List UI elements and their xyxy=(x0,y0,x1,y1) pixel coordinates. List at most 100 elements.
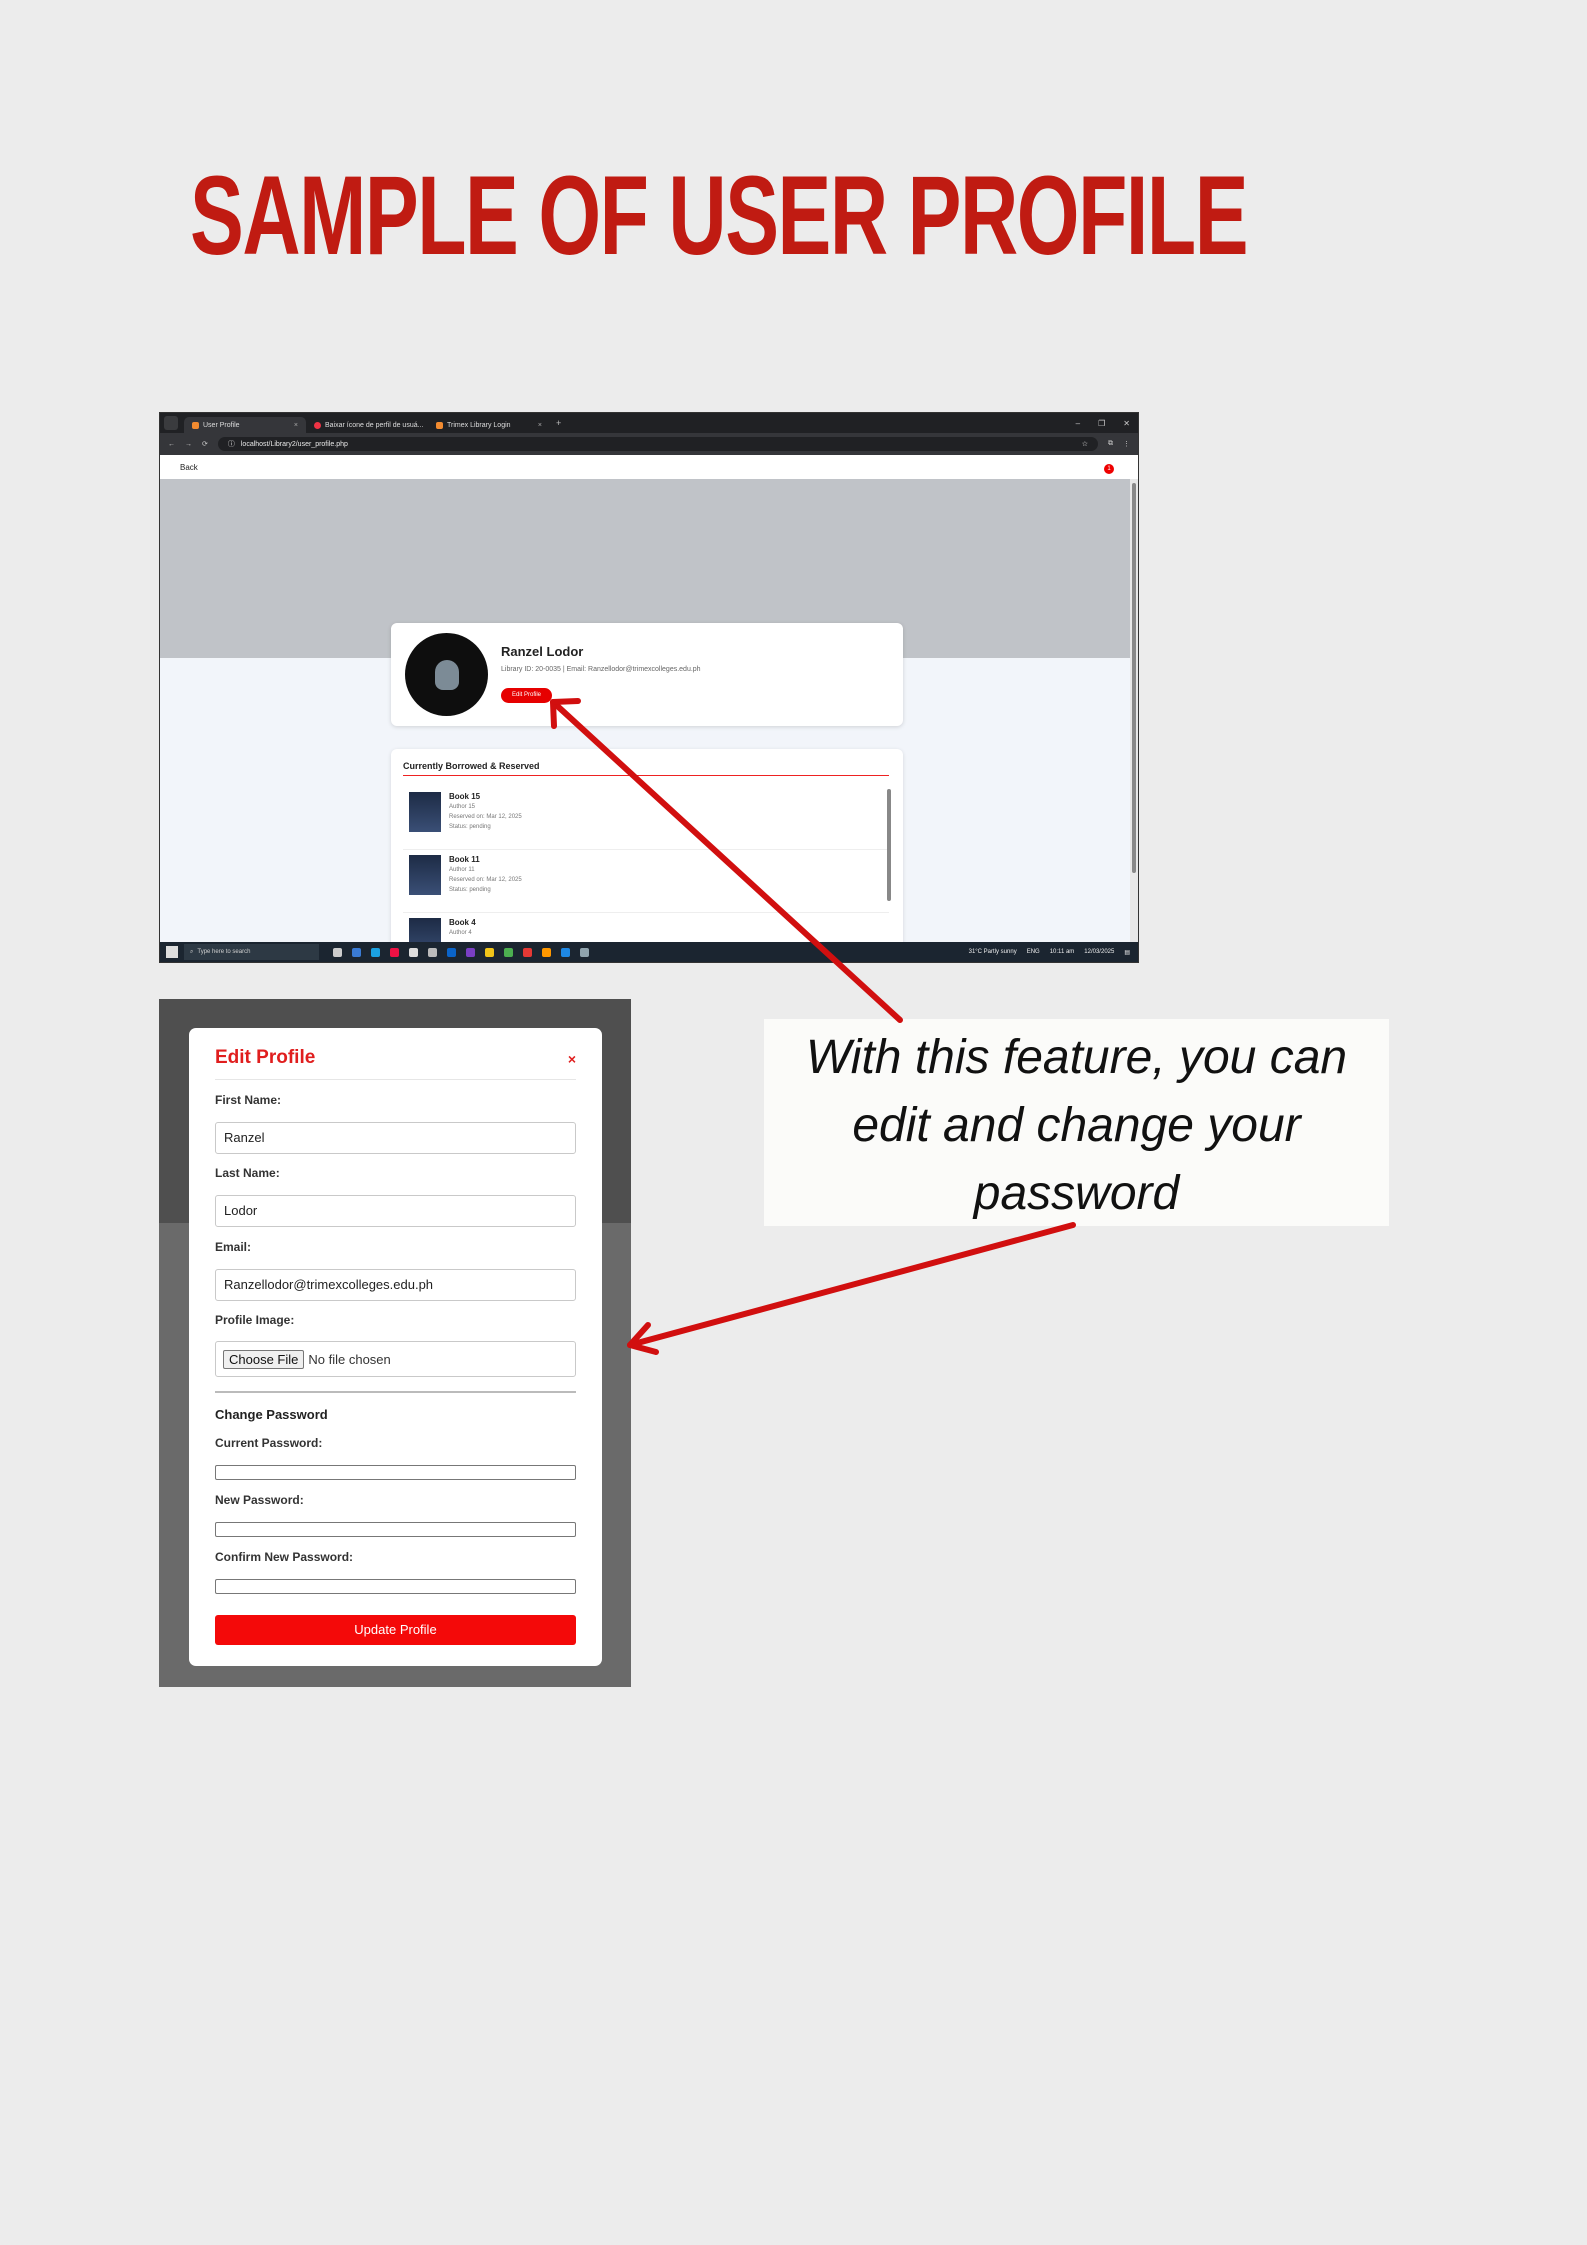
url-field[interactable]: ⓘ localhost/Library2/user_profile.php ☆ xyxy=(217,437,1098,451)
no-file-text: No file chosen xyxy=(308,1351,391,1367)
favicon-icon xyxy=(314,421,321,429)
chrome-icon[interactable] xyxy=(504,947,513,957)
book-status: Status: pending xyxy=(449,824,491,830)
back-link[interactable]: Back xyxy=(180,463,198,472)
current-password-label: Current Password: xyxy=(215,1436,323,1450)
edit-profile-button[interactable]: Edit Profile xyxy=(501,688,552,703)
minimize-icon[interactable]: – xyxy=(1076,419,1080,428)
edge-icon[interactable] xyxy=(371,947,380,957)
notifications-icon[interactable]: ▤ xyxy=(1124,949,1130,956)
tab-bar: User Profile × Baixar ícone de perfil de… xyxy=(160,413,1138,433)
tab-label: Baixar ícone de perfil de usuá... xyxy=(325,421,424,429)
language-indicator[interactable]: ENG xyxy=(1027,949,1040,956)
close-icon[interactable]: × xyxy=(568,1051,576,1067)
forward-arrow-icon[interactable]: → xyxy=(185,441,192,448)
notification-badge[interactable]: 1 xyxy=(1104,464,1114,474)
book-cover xyxy=(409,855,441,895)
change-password-heading: Change Password xyxy=(215,1407,328,1422)
window-controls: – ❐ ✕ xyxy=(1076,419,1138,428)
site-info-icon[interactable]: ⓘ xyxy=(228,439,235,449)
edit-profile-screenshot: Edit Profile × First Name: Ranzel Last N… xyxy=(159,999,631,1687)
tab-label: User Profile xyxy=(203,421,240,429)
restore-icon[interactable]: ❐ xyxy=(1098,419,1105,428)
file-explorer-icon[interactable] xyxy=(485,947,494,957)
first-name-input[interactable]: Ranzel xyxy=(215,1122,576,1154)
tab-user-profile[interactable]: User Profile × xyxy=(184,417,306,433)
book-author: Author 11 xyxy=(449,867,475,873)
new-tab-icon[interactable]: + xyxy=(556,418,561,428)
taskbar-apps xyxy=(333,947,589,957)
new-password-input[interactable] xyxy=(215,1522,576,1537)
search-icon: ⌕ xyxy=(190,948,194,955)
current-password-input[interactable] xyxy=(215,1465,576,1480)
app-icon[interactable] xyxy=(580,947,589,957)
profile-image-label: Profile Image: xyxy=(215,1313,295,1327)
vscode-icon[interactable] xyxy=(561,947,570,957)
favicon-icon xyxy=(436,421,443,429)
outlook-icon[interactable] xyxy=(447,947,456,957)
system-tray: 31°C Partly sunny ENG 10:11 am 12/03/202… xyxy=(969,949,1138,956)
book-reserved: Reserved on: Mar 12, 2025 xyxy=(449,814,522,820)
divider xyxy=(215,1079,576,1080)
last-name-input[interactable]: Lodor xyxy=(215,1195,576,1227)
profile-card: Ranzel Lodor Library ID: 20-0035 | Email… xyxy=(391,623,903,726)
taskbar-search[interactable]: ⌕ Type here to search xyxy=(184,944,319,960)
book-title: Book 15 xyxy=(449,792,481,801)
borrowed-list: Book 15 Author 15 Reserved on: Mar 12, 2… xyxy=(403,787,889,962)
browser-screenshot: User Profile × Baixar ícone de perfil de… xyxy=(159,412,1139,963)
arrow-head-icon xyxy=(627,1322,659,1355)
close-icon[interactable]: × xyxy=(294,422,298,429)
book-reserved: Reserved on: Mar 12, 2025 xyxy=(449,877,522,883)
first-name-label: First Name: xyxy=(215,1093,282,1107)
bookmark-star-icon[interactable]: ☆ xyxy=(1082,440,1088,448)
address-bar: ← → ⟳ ⓘ localhost/Library2/user_profile.… xyxy=(160,433,1138,455)
page-title: SAMPLE OF USER PROFILE xyxy=(190,153,1248,278)
arrow-to-modal xyxy=(627,1222,1076,1348)
choose-file-button[interactable]: Choose File xyxy=(223,1349,305,1369)
page-scrollbar[interactable] xyxy=(1130,479,1138,943)
close-icon[interactable]: × xyxy=(538,422,542,429)
modal-title: Edit Profile xyxy=(215,1047,316,1068)
tab-library-login[interactable]: Trimex Library Login × xyxy=(428,417,550,433)
windows-start-icon[interactable] xyxy=(166,946,178,958)
book-title: Book 11 xyxy=(449,855,480,864)
list-scrollbar[interactable] xyxy=(887,789,891,901)
scrollbar-thumb[interactable] xyxy=(1132,483,1136,873)
task-view-icon[interactable] xyxy=(333,947,342,957)
reload-icon[interactable]: ⟳ xyxy=(202,440,208,448)
weather-text[interactable]: 31°C Partly sunny xyxy=(969,949,1017,956)
browser-menu-icon[interactable]: ⋮ xyxy=(1123,440,1130,448)
app-icon[interactable] xyxy=(409,947,418,957)
update-profile-button[interactable]: Update Profile xyxy=(215,1615,576,1645)
book-status: Status: pending xyxy=(449,887,491,893)
url-text: localhost/Library2/user_profile.php xyxy=(240,440,348,448)
back-arrow-icon[interactable]: ← xyxy=(168,441,175,448)
tab-search-icon[interactable] xyxy=(164,416,178,430)
list-item[interactable]: Book 11 Author 11 Reserved on: Mar 12, 2… xyxy=(403,850,889,913)
tab-icon-download[interactable]: Baixar ícone de perfil de usuá... × xyxy=(306,417,428,433)
book-author: Author 4 xyxy=(449,930,472,936)
clock-time[interactable]: 10:11 am xyxy=(1050,949,1075,956)
borrowed-heading: Currently Borrowed & Reserved xyxy=(403,761,889,776)
app-icon[interactable] xyxy=(352,947,361,957)
confirm-password-label: Confirm New Password: xyxy=(215,1550,354,1564)
clock-date[interactable]: 12/03/2025 xyxy=(1084,949,1114,956)
book-author: Author 15 xyxy=(449,804,476,810)
email-input[interactable]: Ranzellodor@trimexcolleges.edu.ph xyxy=(215,1269,576,1301)
avatar xyxy=(405,633,488,716)
chrome-icon[interactable] xyxy=(523,947,532,957)
confirm-password-input[interactable] xyxy=(215,1579,576,1594)
page-header: Back 1 xyxy=(160,455,1138,479)
app-icon[interactable] xyxy=(466,947,475,957)
close-window-icon[interactable]: ✕ xyxy=(1123,419,1130,428)
app-icon[interactable] xyxy=(390,947,399,957)
user-icon xyxy=(434,659,459,690)
taskbar: ⌕ Type here to search 31°C Partly sunny … xyxy=(160,942,1138,962)
app-icon[interactable] xyxy=(428,947,437,957)
tab-label: Trimex Library Login xyxy=(447,421,511,429)
app-icon[interactable] xyxy=(542,947,551,957)
list-item[interactable]: Book 15 Author 15 Reserved on: Mar 12, 2… xyxy=(403,787,889,850)
extensions-icon[interactable]: ⧉ xyxy=(1108,440,1113,448)
profile-image-input[interactable]: Choose File No file chosen xyxy=(215,1341,576,1377)
taskbar-search-placeholder: Type here to search xyxy=(197,949,251,955)
